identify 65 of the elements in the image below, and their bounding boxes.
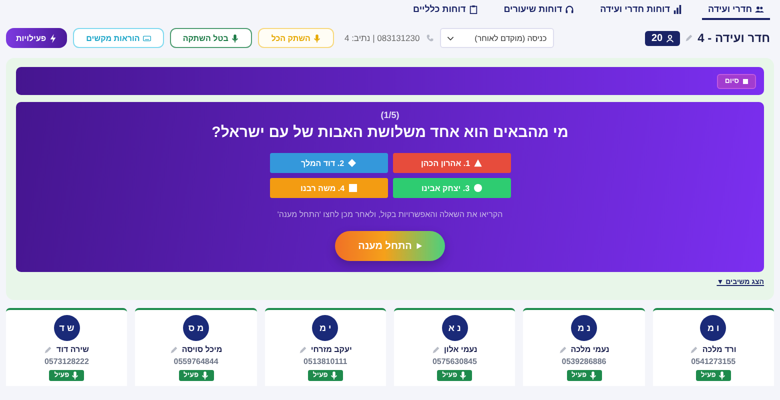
initials-avatar: ו מ <box>700 315 726 341</box>
participant-phone: 0539286886 <box>562 357 606 366</box>
microphone-icon <box>200 371 209 380</box>
nav-tab[interactable]: דוחות שיעורים <box>498 0 580 20</box>
toolbar-button[interactable]: בטל השתקה <box>170 28 252 48</box>
question-text: מי מהבאים הוא אחד משלושת האבות של עם ישראל? <box>212 124 568 141</box>
chevron-down-icon <box>446 36 454 40</box>
participant-name: נעמי אלון <box>444 345 478 354</box>
pencil-icon[interactable] <box>558 346 567 354</box>
microphone-icon <box>313 34 322 42</box>
participant-phone: 0559764844 <box>174 357 218 366</box>
keyboard-icon <box>142 34 151 42</box>
participant-name: נעמי מלכה <box>570 345 610 354</box>
participant-name: מיכל סויסה <box>182 345 222 354</box>
triangle-icon <box>474 159 482 167</box>
square-icon <box>348 184 357 192</box>
room-title: חדר ועידה - 4 <box>698 31 770 45</box>
microphone-icon <box>588 371 597 380</box>
instruction-text: הקריאו את השאלה והאפשרויות בקול, ולאחר מכן לחצו 'התחל מענה' <box>277 210 503 219</box>
answer-option: 1. אהרון הכהן <box>392 153 510 173</box>
initials-avatar: מ ס <box>183 315 210 341</box>
microphone-icon <box>459 371 468 380</box>
initials-avatar: נ א <box>442 315 468 341</box>
participant-count-badge: 20 <box>645 30 680 46</box>
pencil-icon[interactable] <box>432 346 440 354</box>
sort-select[interactable]: כניסה (מוקדם לאוחר) <box>440 28 554 48</box>
participant-name: ורד מלכה <box>702 345 736 354</box>
stop-icon <box>743 78 748 84</box>
toolbar-button[interactable]: הוראות מקשים <box>73 28 164 48</box>
initials-avatar: נ מ <box>571 315 598 341</box>
answer-option: 4. משה רבנו <box>270 178 388 198</box>
phone-icon <box>426 34 434 42</box>
answer-option: 3. יצחק אבינו <box>392 178 510 198</box>
answer-option: 2. דוד המלך <box>270 153 388 173</box>
pencil-icon[interactable] <box>690 346 698 354</box>
play-icon <box>416 243 422 249</box>
participant-name: שירה דוד <box>56 345 89 354</box>
bar-chart-icon <box>673 4 682 14</box>
pencil-icon[interactable] <box>298 346 307 354</box>
microphone-icon <box>718 371 726 380</box>
nav-tab[interactable]: דוחות כלליים <box>407 0 484 20</box>
lightning-icon <box>49 34 58 42</box>
initials-avatar: י מ <box>312 315 338 341</box>
pencil-icon[interactable] <box>684 34 693 42</box>
clipboard-icon <box>468 4 478 14</box>
microphone-icon <box>330 371 338 380</box>
nav-tab[interactable]: דוחות חדרי ועידה <box>594 0 688 20</box>
headphones-icon <box>565 4 574 14</box>
participant-phone: 0573128222 <box>44 357 89 366</box>
circle-icon <box>474 184 482 192</box>
pencil-icon[interactable] <box>44 346 52 354</box>
microphone-icon <box>231 34 240 42</box>
participant-name: יעקב מזרחי <box>310 345 352 354</box>
toolbar-button[interactable]: פעילויות <box>6 28 68 48</box>
person-icon <box>666 34 674 42</box>
people-icon <box>755 4 764 14</box>
initials-avatar: ש ד <box>54 315 80 341</box>
participant-phone: 0575630845 <box>432 357 477 366</box>
diamond-icon <box>348 159 356 167</box>
microphone-icon <box>71 371 80 380</box>
participant-phone: 0513810111 <box>304 357 348 366</box>
pencil-icon[interactable] <box>170 346 178 354</box>
nav-tab[interactable]: חדרי ועידה <box>702 0 770 20</box>
participant-phone: 0541273155 <box>691 357 736 366</box>
line-info: 083131230 | נתיב: 4 <box>344 33 420 43</box>
